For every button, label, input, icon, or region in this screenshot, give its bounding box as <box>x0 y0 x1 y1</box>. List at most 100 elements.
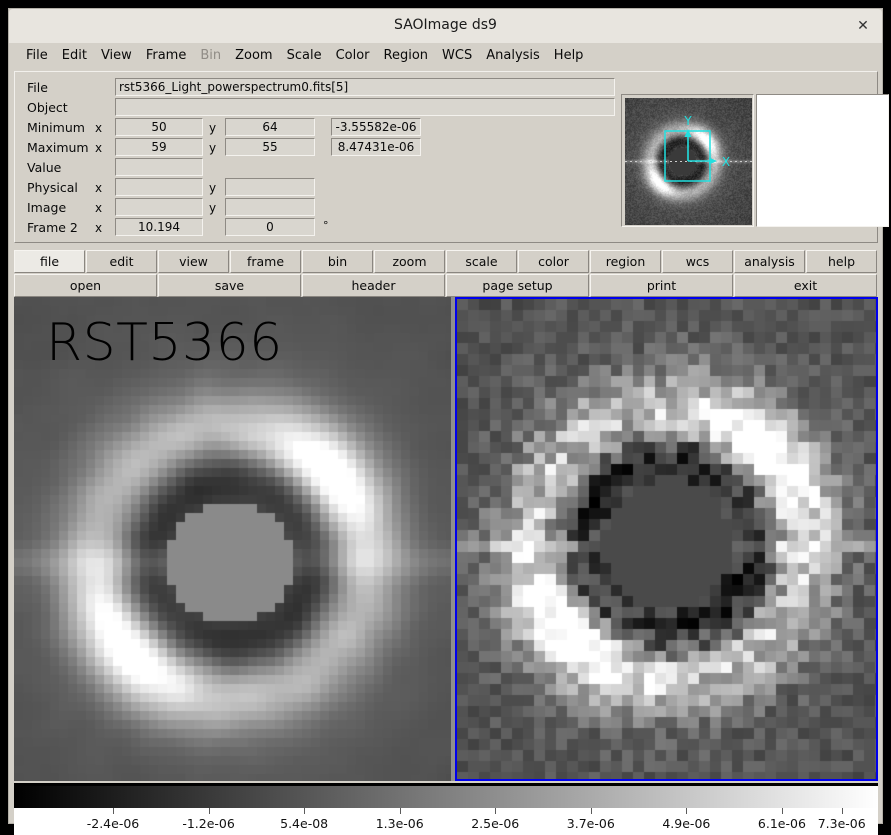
toolbar-button-view[interactable]: view <box>158 250 229 273</box>
toolbar-action-save[interactable]: save <box>158 274 301 297</box>
menu-item-bin: Bin <box>193 43 228 68</box>
toolbar-button-edit[interactable]: edit <box>86 250 157 273</box>
image-y-axis-label: y <box>209 201 216 215</box>
colorbar-tick-label: 6.1e-06 <box>758 816 806 831</box>
colorbar-gradient[interactable] <box>14 786 878 808</box>
toolbar-button-wcs[interactable]: wcs <box>662 250 733 273</box>
magnifier-container[interactable] <box>756 94 889 227</box>
colorbar-tick <box>495 808 496 814</box>
toolbar-button-frame[interactable]: frame <box>230 250 301 273</box>
button-bar-primary: fileeditviewframebinzoomscalecolorregion… <box>14 249 878 274</box>
colorbar-tick <box>842 808 843 814</box>
colorbar-tick <box>686 808 687 814</box>
minimum-x-axis-label: x <box>95 121 102 135</box>
toolbar-button-scale[interactable]: scale <box>446 250 517 273</box>
minimum-x-field[interactable]: 50 <box>115 118 203 136</box>
physical-x-field[interactable] <box>115 178 203 196</box>
maximum-value-field[interactable]: 8.47431e-06 <box>331 138 421 156</box>
physical-y-field[interactable] <box>225 178 315 196</box>
toolbar-action-print[interactable]: print <box>590 274 733 297</box>
magnifier <box>759 97 886 224</box>
toolbar-action-exit[interactable]: exit <box>734 274 877 297</box>
menu-item-color[interactable]: Color <box>329 43 377 68</box>
menu-item-scale[interactable]: Scale <box>280 43 329 68</box>
toolbar-button-bin[interactable]: bin <box>302 250 373 273</box>
menu-item-file[interactable]: File <box>19 43 55 68</box>
image-y-field[interactable] <box>225 198 315 216</box>
maximum-y-axis-label: y <box>209 141 216 155</box>
toolbar-button-analysis[interactable]: analysis <box>734 250 805 273</box>
maximum-x-axis-label: x <box>95 141 102 155</box>
info-row-minimum: Minimum x 50 y 64 -3.55582e-06 <box>15 118 615 138</box>
toolbar-action-page-setup[interactable]: page setup <box>446 274 589 297</box>
colorbar-tick-label: 4.9e-06 <box>662 816 710 831</box>
toolbar-button-file[interactable]: file <box>14 250 85 273</box>
panner[interactable]: Y X <box>625 98 752 225</box>
colorbar-tick-label: -1.2e-06 <box>182 816 235 831</box>
colorbar-ticks: -2.4e-06 -1.2e-06 5.4e-08 1.3e-06 2.5e-06 3.7… <box>14 808 878 835</box>
button-bar-secondary: opensaveheaderpage setupprintexit <box>14 273 878 298</box>
info-panel: File rst5366_Light_powerspectrum0.fits[5… <box>14 71 878 243</box>
ds9-application: SAOImage ds9 ✕ FileEditViewFrameBinZoomS… <box>0 0 891 832</box>
maximum-label: Maximum <box>27 140 89 155</box>
info-row-image: Image x y <box>15 198 615 218</box>
colorbar-tick-label: 7.3e-06 <box>818 816 866 831</box>
info-row-value: Value <box>15 158 615 178</box>
object-field[interactable] <box>115 98 615 116</box>
degree-symbol: ° <box>323 219 329 232</box>
colorbar-tick-label: 5.4e-08 <box>280 816 328 831</box>
colorbar-tick <box>113 808 114 814</box>
toolbar-button-color[interactable]: color <box>518 250 589 273</box>
colorbar-tick-label: -2.4e-06 <box>87 816 140 831</box>
compass-y-label: Y <box>683 114 692 128</box>
menu-item-help[interactable]: Help <box>547 43 591 68</box>
frame-rotation-field[interactable]: 0 <box>225 218 315 236</box>
info-row-maximum: Maximum x 59 y 55 8.47431e-06 <box>15 138 615 158</box>
physical-x-axis-label: x <box>95 181 102 195</box>
panner-compass: Y X <box>625 98 752 225</box>
menu-item-edit[interactable]: Edit <box>55 43 94 68</box>
menu-item-analysis[interactable]: Analysis <box>479 43 547 68</box>
colorbar-tick <box>304 808 305 814</box>
info-row-physical: Physical x y <box>15 178 615 198</box>
frame-1[interactable]: RST5366 <box>14 297 451 781</box>
info-row-object: Object <box>15 98 615 118</box>
colorbar-container: -2.4e-06 -1.2e-06 5.4e-08 1.3e-06 2.5e-06 3.7… <box>14 783 878 835</box>
value-label: Value <box>27 160 61 175</box>
application-window: SAOImage ds9 ✕ FileEditViewFrameBinZoomS… <box>8 8 883 824</box>
frame-1-image <box>14 297 451 781</box>
frame-2[interactable] <box>455 297 878 781</box>
toolbar-action-header[interactable]: header <box>302 274 445 297</box>
info-row-frame: Frame 2 x 10.194 0 ° <box>15 218 615 238</box>
menu-item-zoom[interactable]: Zoom <box>228 43 279 68</box>
toolbar-action-open[interactable]: open <box>14 274 157 297</box>
colorbar-tick-label: 2.5e-06 <box>471 816 519 831</box>
menu-item-wcs[interactable]: WCS <box>435 43 479 68</box>
value-field[interactable] <box>115 158 203 176</box>
colorbar-tick-label: 3.7e-06 <box>567 816 615 831</box>
panner-container[interactable]: Y X <box>621 94 754 227</box>
menu-item-region[interactable]: Region <box>377 43 436 68</box>
file-field[interactable]: rst5366_Light_powerspectrum0.fits[5] <box>115 78 615 96</box>
toolbar-button-region[interactable]: region <box>590 250 661 273</box>
frame-label: Frame 2 <box>27 220 78 235</box>
minimum-value-field[interactable]: -3.55582e-06 <box>331 118 421 136</box>
minimum-y-field[interactable]: 64 <box>225 118 315 136</box>
menu-item-frame[interactable]: Frame <box>139 43 194 68</box>
maximum-y-field[interactable]: 55 <box>225 138 315 156</box>
toolbar-button-zoom[interactable]: zoom <box>374 250 445 273</box>
frames-container: RST5366 <box>14 297 878 781</box>
colorbar-tick <box>782 808 783 814</box>
toolbar-button-help[interactable]: help <box>806 250 877 273</box>
menu-item-view[interactable]: View <box>94 43 139 68</box>
menu-bar: FileEditViewFrameBinZoomScaleColorRegion… <box>9 43 882 69</box>
maximum-x-field[interactable]: 59 <box>115 138 203 156</box>
minimum-label: Minimum <box>27 120 85 135</box>
file-label: File <box>27 80 48 95</box>
frame-zoom-field[interactable]: 10.194 <box>115 218 203 236</box>
colorbar-tick <box>591 808 592 814</box>
close-icon[interactable]: ✕ <box>854 17 872 35</box>
colorbar-tick-label: 1.3e-06 <box>376 816 424 831</box>
compass-x-label: X <box>722 155 730 169</box>
image-x-field[interactable] <box>115 198 203 216</box>
